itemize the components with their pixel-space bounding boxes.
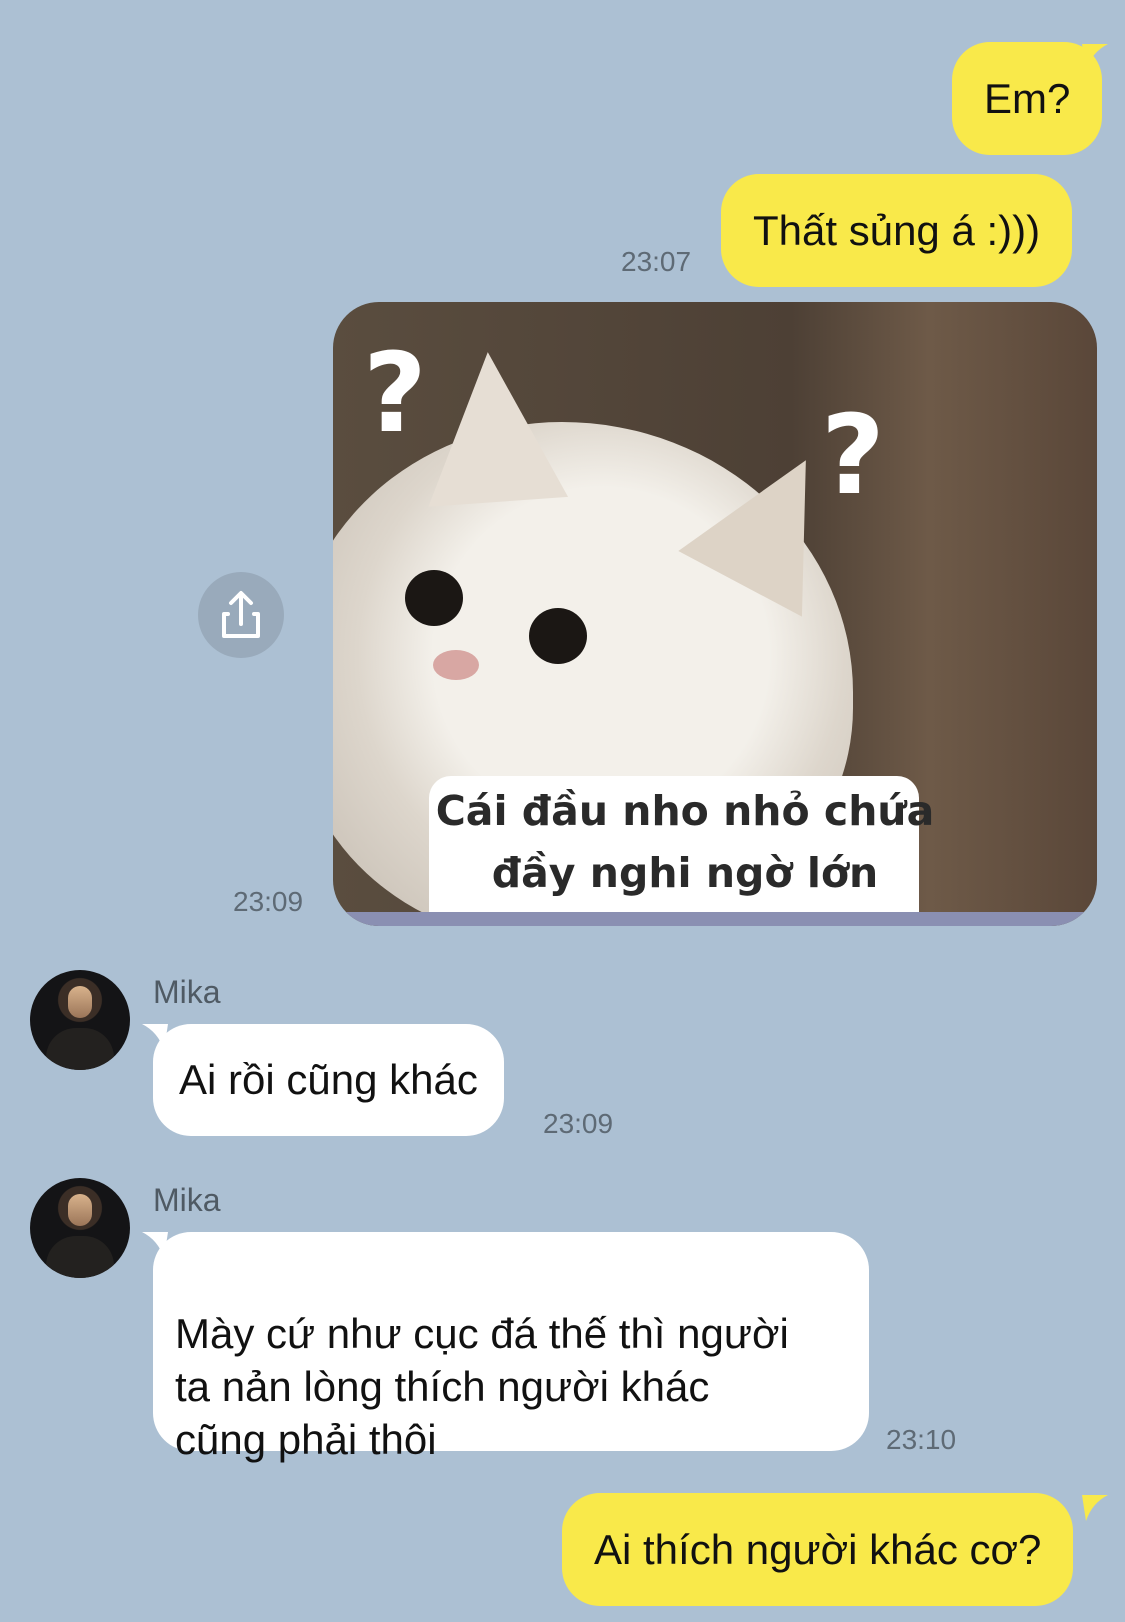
message-bubble-outgoing[interactable]: Thất sủng á :))) xyxy=(721,174,1073,287)
message-text: Ai rồi cũng khác xyxy=(179,1056,478,1103)
message-timestamp: 23:10 xyxy=(886,1424,957,1455)
question-mark-icon: ? xyxy=(363,329,427,457)
bubble-tail xyxy=(1082,1495,1108,1521)
sticker-caption: Cái đầu nho nhỏ chứa đầy nghi ngờ lớn xyxy=(435,787,935,897)
avatar[interactable] xyxy=(30,1178,130,1278)
share-button[interactable] xyxy=(198,572,284,658)
message-bubble-outgoing[interactable]: Ai thích người khác cơ? xyxy=(562,1493,1074,1606)
cat-eye xyxy=(529,608,587,664)
sender-name: Mika xyxy=(153,1182,221,1218)
message-text: Mày cứ như cục đá thế thì người ta nản l… xyxy=(175,1310,789,1463)
avatar[interactable] xyxy=(30,970,130,1070)
bubble-tail xyxy=(1082,44,1108,70)
avatar-face xyxy=(68,986,92,1018)
cat-ear xyxy=(417,347,569,507)
message-timestamp: 23:07 xyxy=(621,246,692,277)
question-mark-icon: ? xyxy=(821,391,885,519)
message-text: Ai thích người khác cơ? xyxy=(594,1526,1042,1573)
share-icon xyxy=(222,591,260,638)
message-timestamp: 23:09 xyxy=(543,1108,614,1139)
message-text: Em? xyxy=(984,75,1071,122)
cat-eye xyxy=(405,570,463,626)
sticker-floor xyxy=(333,912,1097,926)
message-bubble-incoming[interactable]: Ai rồi cũng khác xyxy=(153,1024,504,1136)
cat-nose xyxy=(433,650,479,680)
sender-name: Mika xyxy=(153,974,221,1010)
sticker-image[interactable]: ? ? Cái đầu nho nhỏ chứa đầy nghi ngờ lớ… xyxy=(333,302,1097,926)
message-timestamp: 23:09 xyxy=(233,886,304,917)
avatar-face xyxy=(68,1194,92,1226)
message-bubble-incoming[interactable]: Mày cứ như cục đá thế thì người ta nản l… xyxy=(153,1232,869,1463)
avatar-figure xyxy=(46,1236,114,1278)
message-bubble-outgoing[interactable]: Em? xyxy=(952,42,1103,155)
avatar-figure xyxy=(46,1028,114,1070)
message-text: Thất sủng á :))) xyxy=(753,207,1041,254)
